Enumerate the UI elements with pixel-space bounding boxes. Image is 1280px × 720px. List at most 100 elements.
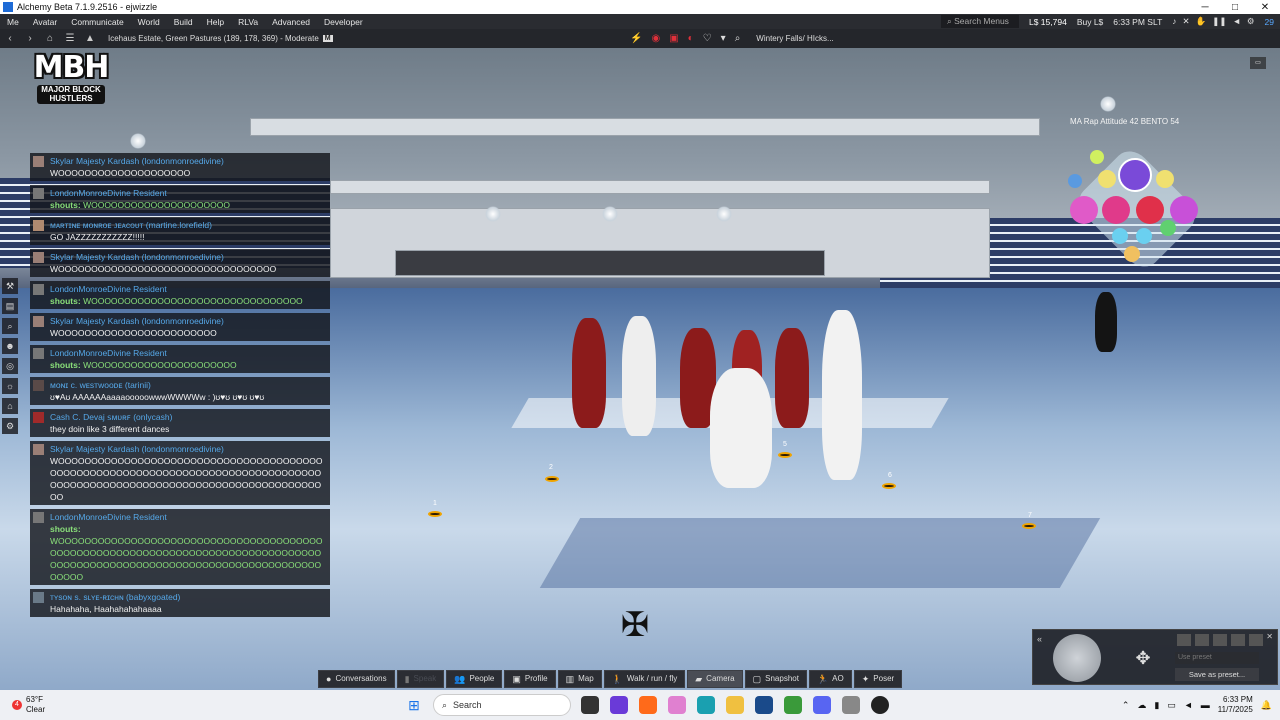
chat-sender[interactable]: LondonMonroeDivine Resident	[50, 283, 326, 295]
hud-prev-icon[interactable]	[1070, 196, 1098, 224]
location-field[interactable]: Icehaus Estate, Green Pastures (189, 178…	[108, 34, 628, 43]
discord-icon[interactable]	[813, 696, 831, 714]
settings-gear-icon[interactable]: ⚙	[1247, 16, 1255, 27]
menu-world[interactable]: World	[131, 17, 167, 27]
avatar-dancer[interactable]	[822, 310, 862, 480]
menu-developer[interactable]: Developer	[317, 17, 370, 27]
battery-icon[interactable]: ▬	[1201, 700, 1210, 710]
places-icon[interactable]: ⌂	[2, 398, 18, 414]
snapshot-button[interactable]: ▢ Snapshot	[744, 670, 807, 688]
chat-sender[interactable]: Cash C. Devaj ꜱᴍᴜʀꜰ (onlycash)	[50, 411, 326, 423]
hud-play-icon[interactable]	[1102, 196, 1130, 224]
dance-marker[interactable]	[545, 476, 559, 482]
dropdown-chevron-icon[interactable]: ▾	[721, 33, 726, 44]
folder-icon[interactable]	[726, 696, 744, 714]
preset-dropdown[interactable]: Use preset	[1175, 652, 1259, 664]
search-icon[interactable]: ⌕	[735, 33, 741, 44]
cloud-icon[interactable]: ☁	[1137, 700, 1146, 711]
rear-view-icon[interactable]	[1213, 634, 1227, 646]
avatar-spectator[interactable]	[1095, 292, 1117, 352]
favorite-heart-icon[interactable]: ♡	[703, 33, 712, 44]
hud-speed-icon[interactable]	[1098, 170, 1116, 188]
menu-advanced[interactable]: Advanced	[265, 17, 317, 27]
dance-marker[interactable]	[1022, 523, 1036, 529]
hud-off-icon[interactable]	[1124, 246, 1140, 262]
dance-marker[interactable]	[882, 483, 896, 489]
back-arrow-icon[interactable]: ‹	[0, 33, 20, 44]
network-icon[interactable]: ▭	[1167, 700, 1176, 711]
volume-icon[interactable]: ◄	[1184, 700, 1193, 710]
chat-sender[interactable]: LondonMonroeDivine Resident	[50, 511, 326, 523]
close-icon[interactable]: ✕	[1266, 632, 1273, 641]
avatar-dancer[interactable]	[572, 318, 606, 428]
profile-button[interactable]: ▣ Profile	[504, 670, 556, 688]
obs-icon[interactable]	[871, 696, 889, 714]
mouselook-icon[interactable]	[1249, 634, 1263, 646]
people-button[interactable]: 👥 People	[446, 670, 503, 688]
search-menus-input[interactable]: ⌕ Search Menus	[940, 15, 1019, 28]
avatar-dancer[interactable]	[710, 368, 772, 488]
walk-run-fly-button[interactable]: 🚶 Walk / run / fly	[603, 670, 686, 688]
menu-build[interactable]: Build	[167, 17, 200, 27]
task-view-icon[interactable]	[581, 696, 599, 714]
minimize-button[interactable]: ─	[1190, 2, 1220, 13]
chat-sender[interactable]: Skylar Majesty Kardash (londonmonroedivi…	[50, 155, 326, 167]
chat-sender[interactable]: LondonMonroeDivine Resident	[50, 187, 326, 199]
camera-pan-joystick[interactable]: ✥	[1119, 634, 1167, 682]
inventory-icon[interactable]: ▤	[2, 298, 18, 314]
windows-start-icon[interactable]: ⊞	[405, 696, 423, 714]
camera-orbit-joystick[interactable]	[1053, 634, 1101, 682]
camera-button[interactable]: ▰ Camera	[687, 670, 743, 688]
map-button[interactable]: ▥ Map	[557, 670, 602, 688]
maximize-button[interactable]: □	[1220, 2, 1250, 13]
notifications-bell-icon[interactable]: 🔔	[1261, 700, 1272, 711]
avatar-dancer[interactable]	[622, 316, 656, 436]
object-view-icon[interactable]	[1231, 634, 1245, 646]
search-icon[interactable]: ⌕	[2, 318, 18, 334]
minecraft-icon[interactable]	[784, 696, 802, 714]
hud-plus-icon[interactable]	[1136, 228, 1152, 244]
speak-button[interactable]: ▮ Speak	[396, 670, 445, 688]
hud-stop-icon[interactable]	[1136, 196, 1164, 224]
appearance-icon[interactable]: ☻	[2, 338, 18, 354]
buy-currency-button[interactable]: Buy L$	[1077, 17, 1103, 27]
edge-browser-icon[interactable]	[697, 696, 715, 714]
app-orange-icon[interactable]	[639, 696, 657, 714]
taskbar-clock[interactable]: 6:33 PM 11/7/2025	[1218, 695, 1253, 715]
hud-power-icon[interactable]	[1068, 174, 1082, 188]
media-icon[interactable]: ♪	[1172, 16, 1176, 27]
collapse-chevron-icon[interactable]: «	[1037, 634, 1042, 644]
front-view-icon[interactable]	[1177, 634, 1191, 646]
menu-rlva[interactable]: RLVa	[231, 17, 265, 27]
chat-sender[interactable]: LondonMonroeDivine Resident	[50, 347, 326, 359]
tray-chevron-icon[interactable]: ⌃	[1122, 700, 1130, 711]
weather-widget[interactable]: 4 63°F Clear	[12, 695, 342, 715]
build-icon[interactable]: ⚒	[2, 278, 18, 294]
menu-help[interactable]: Help	[200, 17, 231, 27]
pause-icon[interactable]: ❚❚	[1212, 16, 1226, 27]
radar-icon[interactable]: ◎	[2, 358, 18, 374]
parcel-name[interactable]: Wintery Falls/ HIcks...	[756, 34, 833, 43]
dance-marker[interactable]	[778, 452, 792, 458]
menu-communicate[interactable]: Communicate	[64, 17, 130, 27]
side-view-icon[interactable]	[1195, 634, 1209, 646]
hud-next-icon[interactable]	[1170, 196, 1198, 224]
taskbar-search[interactable]: ⌕ Search	[433, 694, 571, 716]
close-button[interactable]: ✕	[1250, 2, 1280, 13]
file-explorer-icon[interactable]	[610, 696, 628, 714]
copilot-icon[interactable]	[668, 696, 686, 714]
hud-random-icon[interactable]	[1156, 170, 1174, 188]
menu-me[interactable]: Me	[0, 17, 26, 27]
chat-sender[interactable]: Skylar Majesty Kardash (londonmonroedivi…	[50, 251, 326, 263]
alchemy-viewer-icon[interactable]	[755, 696, 773, 714]
settings-gear-icon[interactable]	[842, 696, 860, 714]
chat-sender[interactable]: Skylar Majesty Kardash (londonmonroedivi…	[50, 315, 326, 327]
hud-menu-icon[interactable]	[1118, 158, 1152, 192]
chat-sender[interactable]: Skylar Majesty Kardash (londonmonroedivi…	[50, 443, 326, 455]
avatar-dancer[interactable]	[775, 328, 809, 428]
poser-button[interactable]: ✦ Poser	[853, 670, 903, 688]
microphone-icon[interactable]: ▮	[1154, 700, 1159, 711]
hud-minus-icon[interactable]	[1112, 228, 1128, 244]
hud-sync-icon[interactable]	[1160, 220, 1176, 236]
ao-button[interactable]: 🏃 AO	[808, 670, 852, 688]
